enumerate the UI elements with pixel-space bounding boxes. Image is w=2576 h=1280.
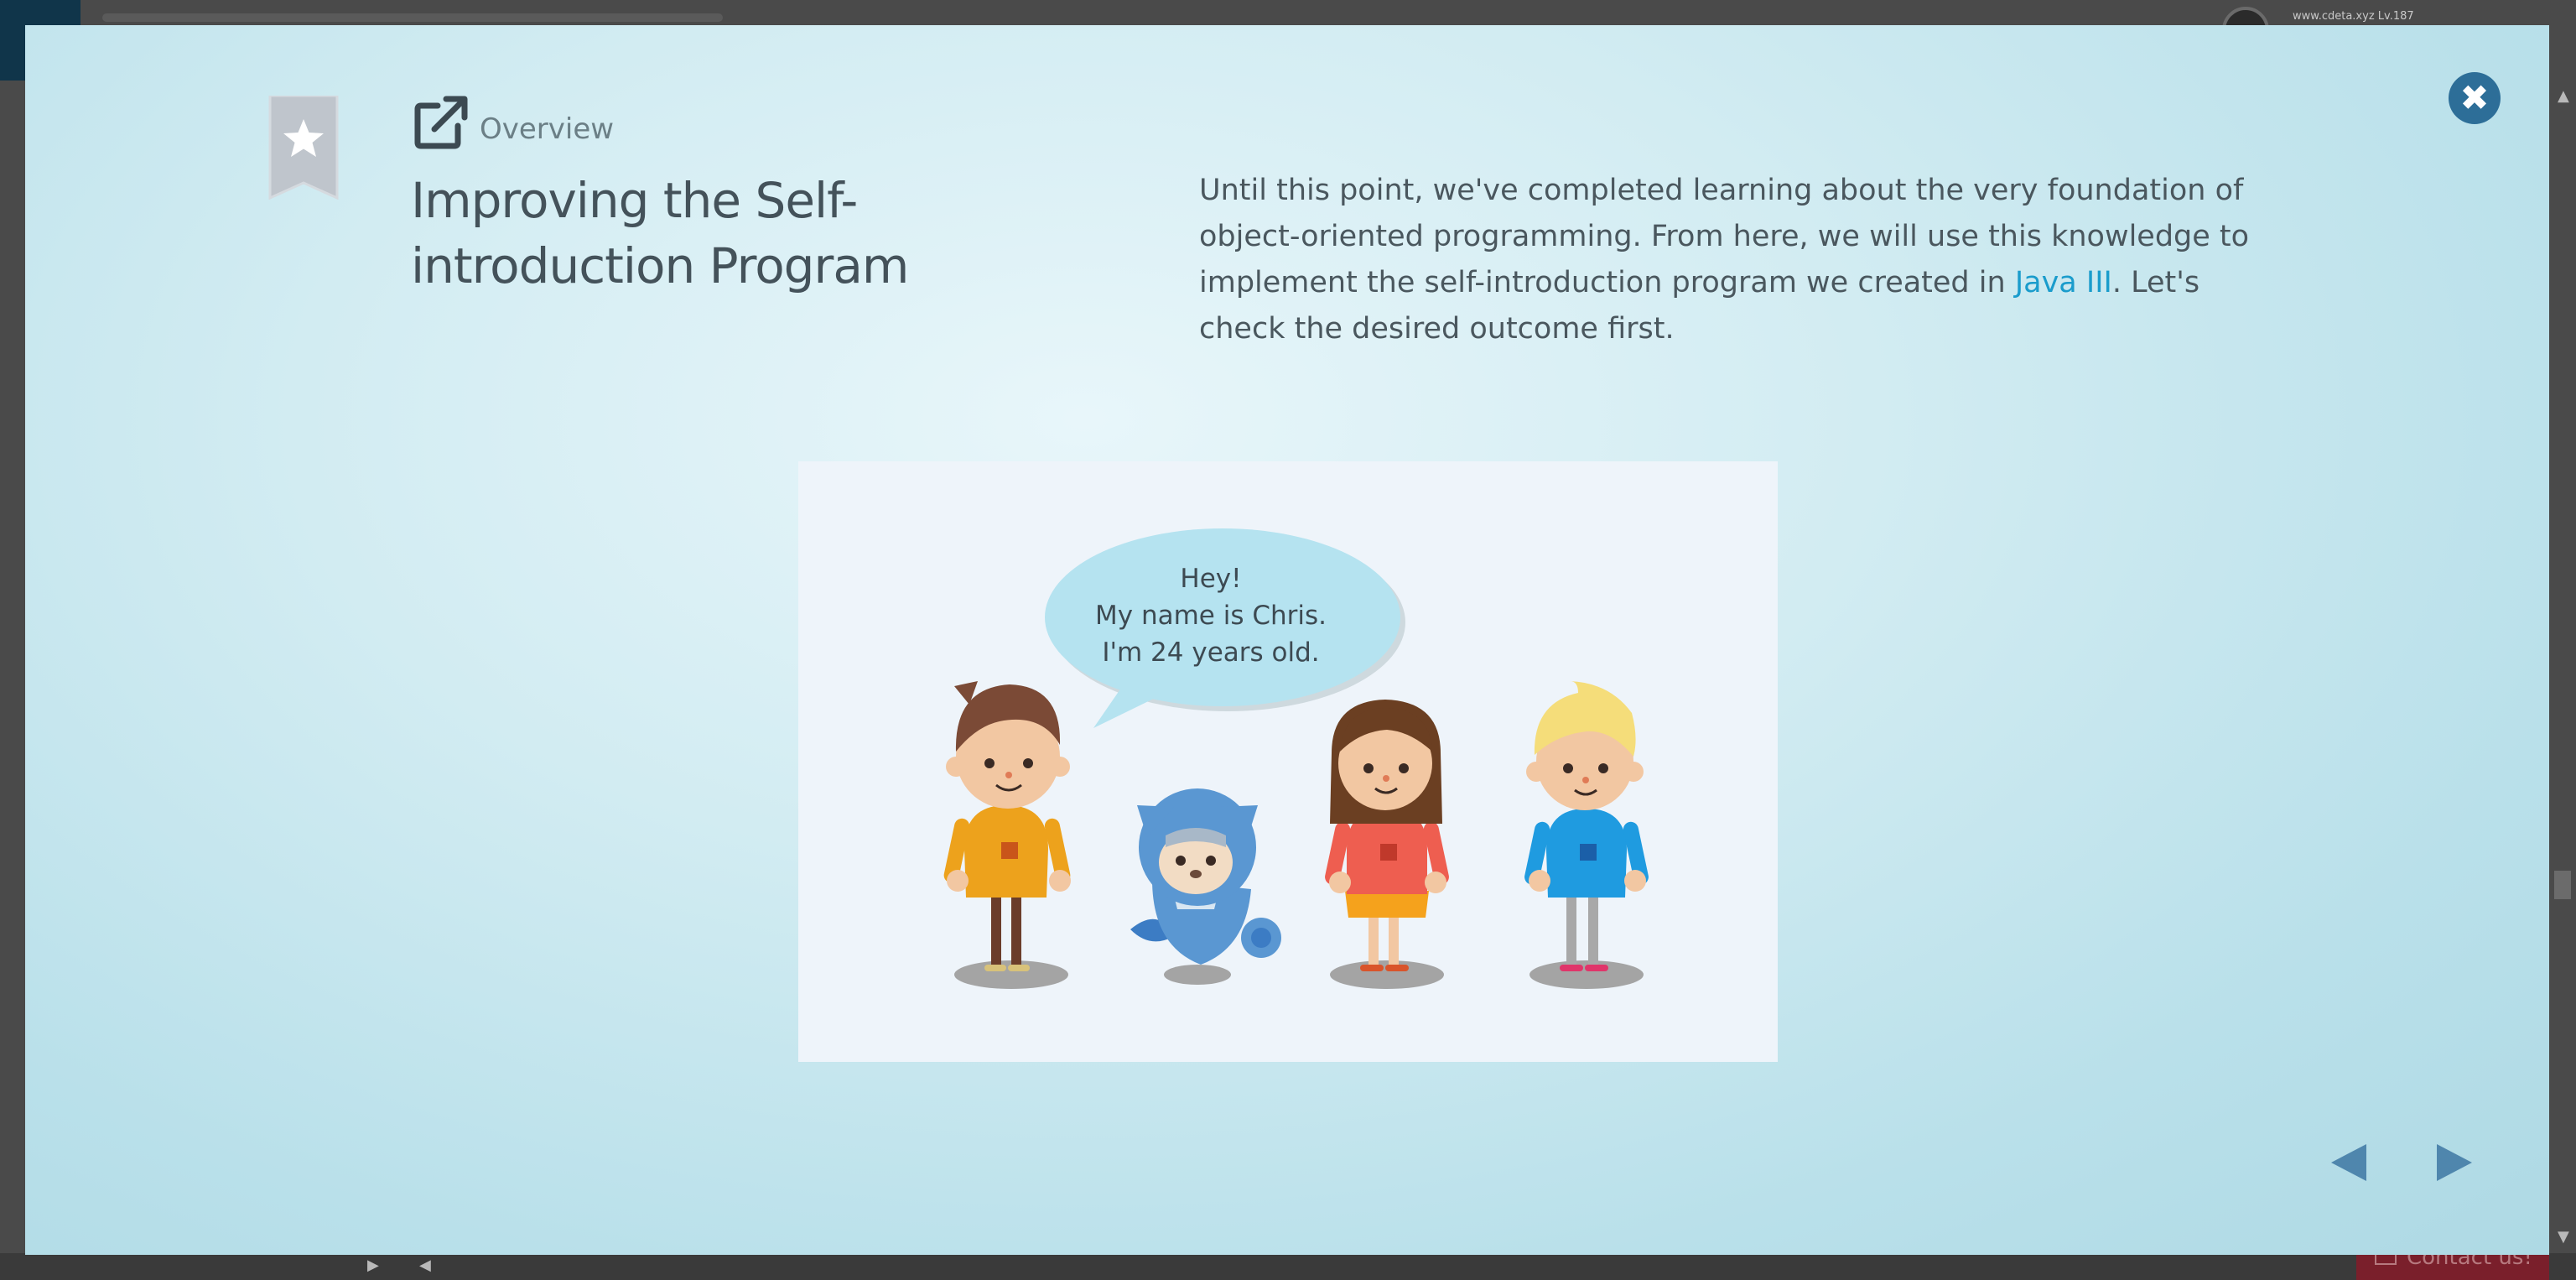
triangle-right-icon: [2437, 1144, 2472, 1181]
previous-slide-button[interactable]: [2324, 1137, 2375, 1188]
next-slide-button[interactable]: [2428, 1137, 2479, 1188]
speech-line-2: My name is Chris.: [1095, 601, 1327, 631]
scroll-right-arrow-icon[interactable]: ▶: [367, 1257, 379, 1274]
background-search-bar: [102, 13, 723, 22]
character-girl-red: [1325, 700, 1449, 989]
triangle-left-icon: [2331, 1144, 2366, 1181]
lesson-modal: Overview Improving the Self-introduction…: [25, 25, 2549, 1255]
user-info: www.cdeta.xyz Lv.187: [2293, 10, 2414, 23]
lesson-title: Improving the Self-introduction Program: [411, 172, 909, 294]
scroll-up-arrow-icon[interactable]: ▲: [2558, 87, 2569, 105]
external-link-icon[interactable]: [413, 92, 471, 151]
close-icon: ✖: [2459, 77, 2490, 118]
bookmark-star-icon[interactable]: [268, 96, 339, 200]
character-boy-blue: [1524, 681, 1649, 989]
scroll-left-arrow-icon[interactable]: ◀: [419, 1257, 431, 1274]
speech-line-1: Hey!: [1180, 564, 1241, 594]
scroll-down-arrow-icon[interactable]: ▼: [2558, 1228, 2569, 1246]
breadcrumb-overview: Overview: [480, 112, 615, 146]
speech-bubble: Hey! My name is Chris. I'm 24 years old.: [1045, 528, 1405, 728]
close-button[interactable]: ✖: [2449, 72, 2501, 124]
character-mascot: [1130, 788, 1281, 985]
background-bottom-bar: [0, 1253, 2576, 1280]
speech-line-3: I'm 24 years old.: [1102, 637, 1319, 668]
background-scrollbar-thumb[interactable]: [2554, 871, 2571, 899]
character-boy-orange: [943, 681, 1071, 989]
lesson-intro: Until this point, we've completed learni…: [1199, 168, 2289, 352]
lesson-illustration: Hey! My name is Chris. I'm 24 years old.: [798, 461, 1778, 1062]
java-iii-link[interactable]: Java III: [2015, 266, 2112, 299]
